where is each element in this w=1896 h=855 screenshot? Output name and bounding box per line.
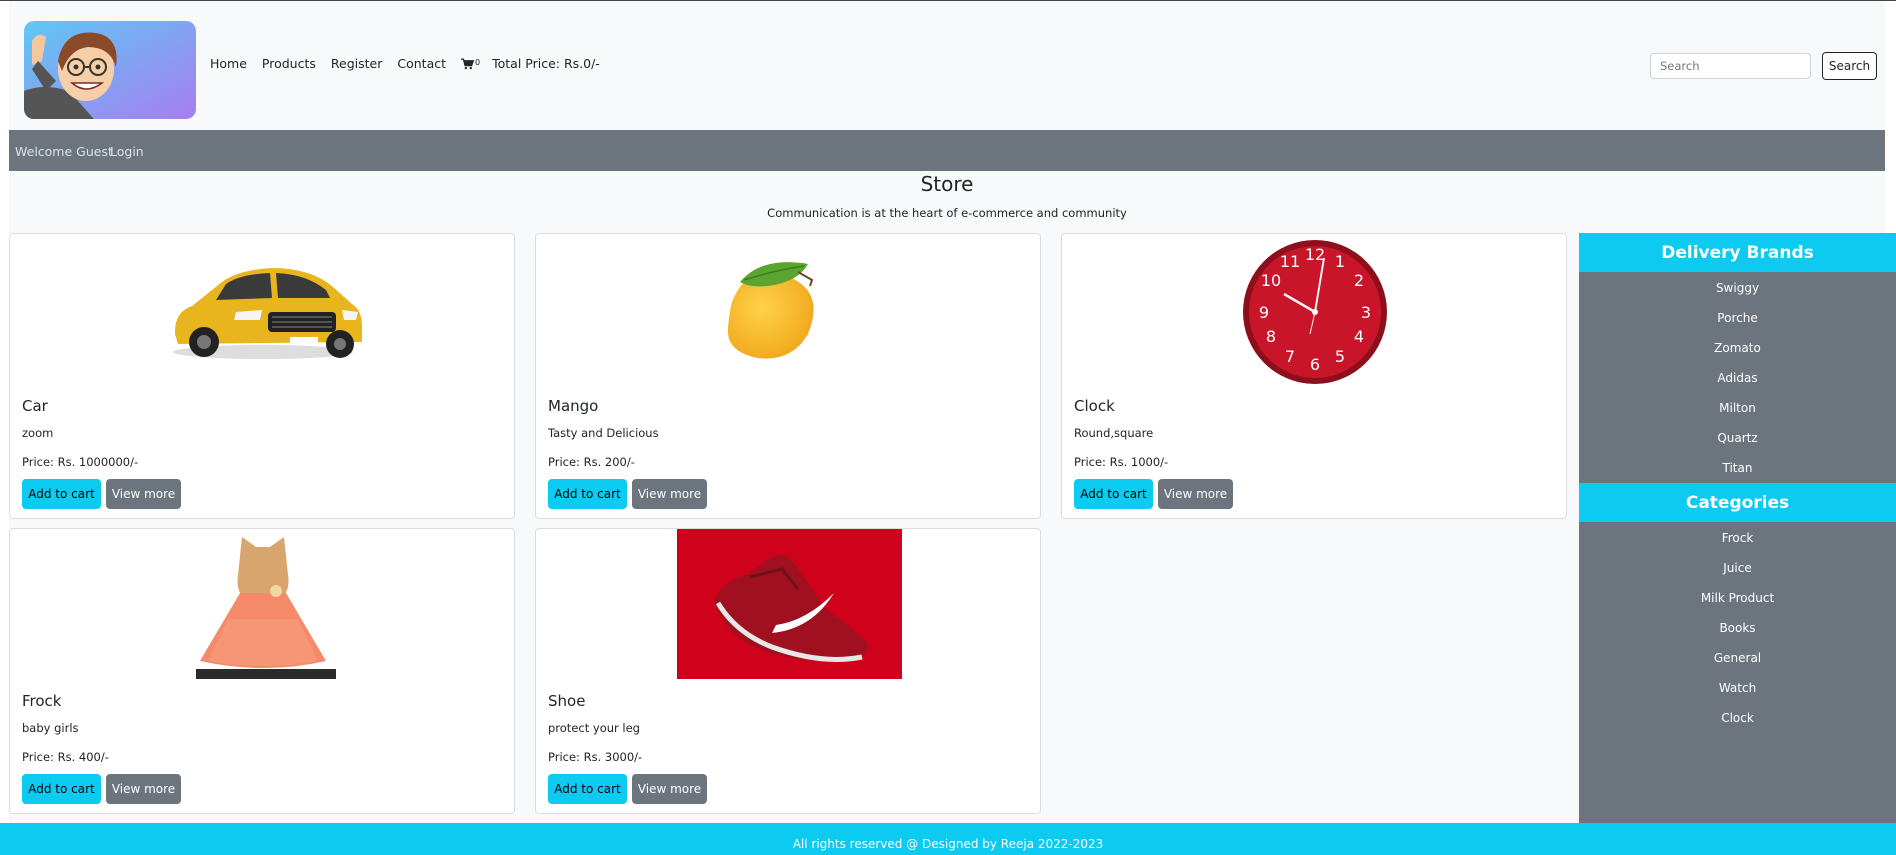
add-to-cart-button[interactable]: Add to cart: [22, 479, 101, 509]
brand-link[interactable]: Zomato: [1579, 341, 1896, 355]
product-description: zoom: [22, 426, 54, 440]
product-description: protect your leg: [548, 721, 640, 735]
product-title: Car: [22, 397, 48, 415]
welcome-text: Welcome Guest: [15, 144, 113, 159]
product-image-mango: [536, 234, 1040, 386]
brand-link[interactable]: Milton: [1579, 401, 1896, 415]
view-more-button[interactable]: View more: [106, 479, 181, 509]
navbar: Home Products Register Contact 0 Total P…: [9, 1, 1885, 129]
search-input[interactable]: [1650, 53, 1811, 79]
delivery-brands-heading: Delivery Brands: [1579, 233, 1896, 272]
svg-text:6: 6: [1310, 355, 1320, 374]
category-link[interactable]: General: [1579, 651, 1896, 665]
categories-heading: Categories: [1579, 483, 1896, 522]
product-title: Shoe: [548, 692, 586, 710]
page-subtitle: Communication is at the heart of e-comme…: [767, 206, 1127, 220]
total-price: Total Price: Rs.0/-: [492, 56, 600, 71]
product-image-frock: [10, 529, 514, 681]
brand-link[interactable]: Porche: [1579, 311, 1896, 325]
svg-text:11: 11: [1280, 252, 1300, 271]
site-logo[interactable]: [24, 21, 196, 119]
search-button[interactable]: Search: [1822, 52, 1877, 80]
brand-link[interactable]: Titan: [1579, 461, 1896, 475]
product-card: 12 1 2 3 4 5 6 7 8 9 10 11 Clock Round,s…: [1061, 233, 1567, 519]
svg-text:2: 2: [1354, 271, 1364, 290]
category-link[interactable]: Clock: [1579, 711, 1896, 725]
category-link[interactable]: Books: [1579, 621, 1896, 635]
category-link[interactable]: Juice: [1579, 561, 1896, 575]
add-to-cart-button[interactable]: Add to cart: [548, 774, 627, 804]
product-title: Mango: [548, 397, 599, 415]
nav-contact-link[interactable]: Contact: [397, 56, 446, 71]
svg-text:10: 10: [1261, 271, 1281, 290]
footer-text: All rights reserved @ Designed by Reeja …: [792, 837, 1104, 851]
cart-link[interactable]: 0: [461, 58, 480, 70]
login-link[interactable]: Login: [110, 144, 144, 159]
main-nav: Home Products Register Contact 0 Total P…: [210, 56, 615, 71]
product-card: Car zoom Price: Rs. 1000000/- Add to car…: [9, 233, 515, 519]
product-price: Price: Rs. 400/-: [22, 750, 109, 764]
cart-icon: [461, 57, 475, 69]
product-title: Clock: [1074, 397, 1115, 415]
add-to-cart-button[interactable]: Add to cart: [1074, 479, 1153, 509]
nav-home-link[interactable]: Home: [210, 56, 247, 71]
footer: All rights reserved @ Designed by Reeja …: [0, 823, 1896, 855]
svg-text:5: 5: [1335, 347, 1345, 366]
nav-register-link[interactable]: Register: [331, 56, 382, 71]
brand-link[interactable]: Quartz: [1579, 431, 1896, 445]
page-title: Store: [920, 172, 974, 196]
product-price: Price: Rs. 1000/-: [1074, 455, 1169, 469]
category-link[interactable]: Milk Product: [1579, 591, 1896, 605]
category-link[interactable]: Frock: [1579, 531, 1896, 545]
svg-text:3: 3: [1361, 303, 1371, 322]
brand-link[interactable]: Swiggy: [1579, 281, 1896, 295]
svg-text:8: 8: [1266, 327, 1276, 346]
sidebar: Delivery Brands Swiggy Porche Zomato Adi…: [1579, 233, 1896, 823]
secondary-nav: Welcome Guest Login: [9, 130, 1885, 171]
svg-text:9: 9: [1259, 303, 1269, 322]
product-description: Round,square: [1074, 426, 1154, 440]
product-price: Price: Rs. 3000/-: [548, 750, 643, 764]
product-image-clock: 12 1 2 3 4 5 6 7 8 9 10 11: [1062, 234, 1566, 386]
view-more-button[interactable]: View more: [632, 479, 707, 509]
svg-text:12: 12: [1305, 245, 1325, 264]
svg-text:4: 4: [1354, 327, 1364, 346]
product-description: Tasty and Delicious: [548, 426, 659, 440]
product-title: Frock: [22, 692, 62, 710]
category-link[interactable]: Watch: [1579, 681, 1896, 695]
cart-count: 0: [475, 57, 481, 67]
svg-text:7: 7: [1285, 347, 1295, 366]
brand-link[interactable]: Adidas: [1579, 371, 1896, 385]
product-card: Mango Tasty and Delicious Price: Rs. 200…: [535, 233, 1041, 519]
product-card: Frock baby girls Price: Rs. 400/- Add to…: [9, 528, 515, 814]
view-more-button[interactable]: View more: [632, 774, 707, 804]
product-description: baby girls: [22, 721, 79, 735]
view-more-button[interactable]: View more: [1158, 479, 1233, 509]
add-to-cart-button[interactable]: Add to cart: [548, 479, 627, 509]
svg-text:1: 1: [1335, 252, 1345, 271]
product-price: Price: Rs. 1000000/-: [22, 455, 139, 469]
product-image-car: [10, 234, 514, 386]
add-to-cart-button[interactable]: Add to cart: [22, 774, 101, 804]
view-more-button[interactable]: View more: [106, 774, 181, 804]
page-container: Home Products Register Contact 0 Total P…: [9, 1, 1896, 855]
nav-products-link[interactable]: Products: [262, 56, 316, 71]
product-price: Price: Rs. 200/-: [548, 455, 635, 469]
product-card: Shoe protect your leg Price: Rs. 3000/- …: [535, 528, 1041, 814]
product-image-shoe: [536, 529, 1040, 681]
